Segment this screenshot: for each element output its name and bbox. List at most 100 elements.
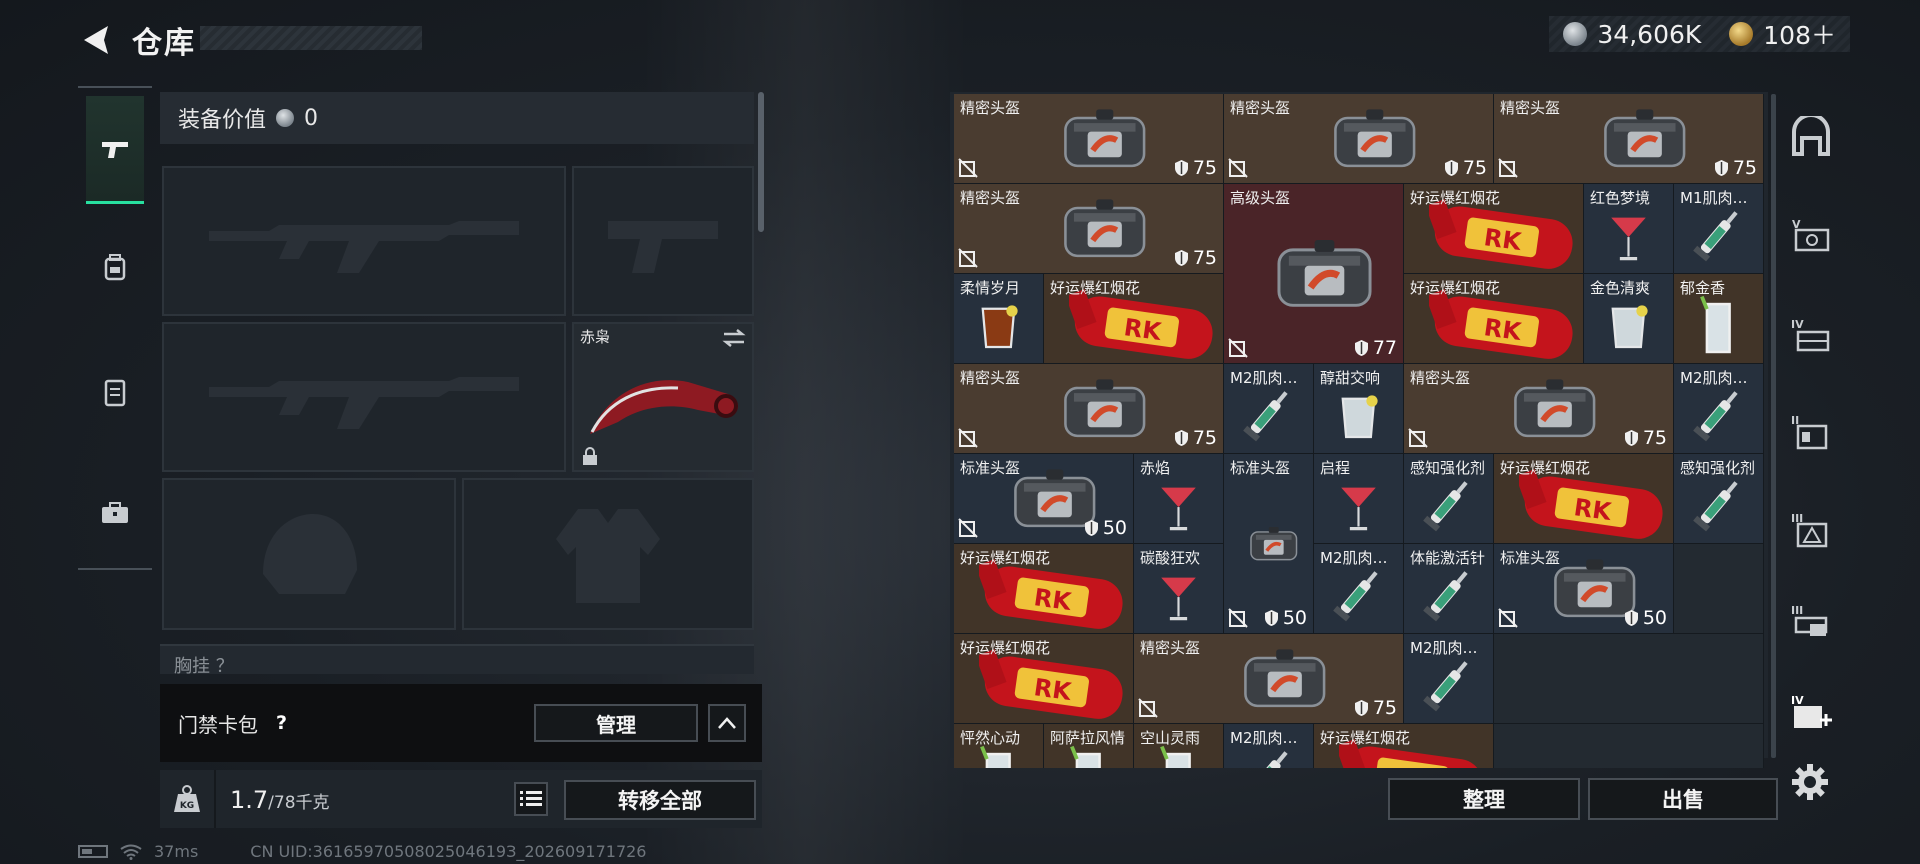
inventory-item[interactable]: RK 好运爆红烟花 [1404,184,1584,274]
equipment-scrollbar[interactable] [758,92,764,232]
tab-backpack[interactable] [86,214,144,322]
sell-button[interactable]: 出售 [1588,778,1778,820]
inventory-item[interactable]: 标准头盔 50 [1224,454,1314,634]
inventory-item[interactable]: 红色梦境 [1584,184,1674,274]
not-tradable-icon [1138,698,1158,718]
inventory-item[interactable]: 精密头盔 75 [1134,634,1404,724]
tab-storage-iii[interactable]: III [1786,506,1836,556]
inventory-item[interactable]: 精密头盔 75 [1404,364,1674,454]
empty-slot[interactable] [1674,544,1764,634]
tab-weapons[interactable] [86,96,144,204]
inventory-item[interactable]: 空山灵雨 [1134,724,1224,768]
inventory-item[interactable]: M2肌肉… [1674,364,1764,454]
inventory-item[interactable]: RK 好运爆红烟花 [1494,454,1674,544]
rifle-silhouette-icon [209,221,519,273]
chest-rig-label: 胸挂 ？ [160,644,754,674]
inventory-item[interactable]: RK 好运爆红烟花 [1404,274,1584,364]
equipment-value: 0 [304,105,319,131]
inventory-item[interactable]: 标准头盔 50 [1494,544,1674,634]
help-icon[interactable]: ? [276,712,287,734]
not-tradable-icon [958,518,978,538]
inventory-item[interactable]: 赤焰 [1134,454,1224,544]
durability-badge: 75 [1174,427,1217,449]
svg-text:IV: IV [1791,694,1804,707]
empty-slot[interactable] [1494,724,1764,768]
player-uid: CN UID:3616597050802504619З_202609171726 [250,842,647,861]
inventory-item[interactable]: 启程 [1314,454,1404,544]
inventory-item[interactable]: 标准头盔 50 [954,454,1134,544]
item-name: 高级头盔 [1230,189,1291,207]
inventory-panel: 精密头盔 75 精密头盔 75 精密头盔 75 精密头盔 75 高级头盔 77 [950,92,1768,768]
tab-case[interactable] [86,460,144,568]
bench-iii-icon: III [1791,604,1828,636]
rack-iii-icon: III [1791,512,1828,548]
expand-toggle[interactable] [708,704,746,742]
helmet-icon [1064,109,1146,168]
tab-storage-iv[interactable]: IV [1786,312,1836,362]
manage-button[interactable]: 管理 [534,704,698,742]
list-view-button[interactable] [514,782,548,816]
inventory-item[interactable]: RK 好运爆红烟花 [954,544,1134,634]
inventory-item[interactable]: 感知强化剂 [1674,454,1764,544]
empty-slot[interactable] [1494,634,1764,724]
inventory-item[interactable]: 醇甜交响 [1314,364,1404,454]
helmet-icon [1334,109,1416,168]
inventory-item[interactable]: 精密头盔 75 [1494,94,1764,184]
inventory-item[interactable]: 精密头盔 75 [954,364,1224,454]
inventory-scrollbar[interactable] [1771,94,1776,758]
inventory-item[interactable]: 郁金香 [1674,274,1764,364]
durability-badge: 75 [1624,427,1667,449]
item-name: 好运爆红烟花 [960,549,1051,567]
helmet-icon [1064,379,1146,438]
tab-storage-ii[interactable]: II [1786,408,1836,458]
settings-button[interactable] [1788,760,1832,804]
inventory-item[interactable]: 精密头盔 75 [954,184,1224,274]
helmet-slot[interactable] [162,478,456,630]
primary-weapon-slot[interactable] [162,166,566,316]
not-tradable-icon [958,248,978,268]
not-tradable-icon [1228,158,1248,178]
tab-chest-rig[interactable] [86,338,144,446]
item-name: 好运爆红烟花 [1320,729,1411,747]
sort-button[interactable]: 整理 [1388,778,1580,820]
cocktail-glass-icon [1161,577,1196,620]
syringe-icon [1243,391,1288,442]
inventory-item[interactable]: 精密头盔 75 [1224,94,1494,184]
durability-value: 75 [1192,247,1217,269]
durability-value: 75 [1192,427,1217,449]
pistol-slot[interactable] [572,166,754,316]
item-name: 柔情岁月 [960,279,1021,297]
inventory-item[interactable]: M2肌肉… [1224,364,1314,454]
inventory-item[interactable]: 阿萨拉风情 [1044,724,1134,768]
inventory-item[interactable]: 碳酸狂欢 [1134,544,1224,634]
inventory-item[interactable]: RK 好运爆红烟花 [954,634,1134,724]
inventory-item[interactable]: 高级头盔 77 [1224,184,1404,364]
inventory-item[interactable]: M2肌肉… [1404,634,1494,724]
back-arrow-icon[interactable] [76,20,116,60]
inventory-item[interactable]: 怦然心动 [954,724,1044,768]
inventory-item[interactable]: 感知强化剂 [1404,454,1494,544]
inventory-item[interactable]: 金色清爽 [1584,274,1674,364]
inventory-item[interactable]: RK 好运爆红烟花 [1314,724,1494,768]
silver-coin-icon [1563,22,1588,46]
inventory-item[interactable]: M2肌肉… [1224,724,1314,768]
armor-slot[interactable] [462,478,754,630]
gold-amount[interactable]: 108＋ [1763,16,1836,52]
tab-storage-iii-b[interactable]: III [1786,598,1836,648]
inventory-item[interactable]: 精密头盔 75 [954,94,1224,184]
tab-storage[interactable] [1786,112,1836,162]
shield-icon [1624,610,1638,626]
secondary-weapon-slot[interactable] [162,322,566,472]
melee-slot[interactable]: 赤枭 [572,322,754,472]
inventory-item[interactable]: M2肌肉… [1314,544,1404,634]
inventory-item[interactable]: 体能激活针 [1404,544,1494,634]
weight-current: 1.7 [230,786,269,814]
tab-storage-v[interactable]: V [1786,212,1836,262]
tab-add-storage[interactable]: IV [1786,688,1836,738]
not-tradable-icon [1498,608,1518,628]
weight-bar: KG 1.7/78千克 转移全部 [160,770,762,828]
transfer-all-button[interactable]: 转移全部 [564,780,756,820]
inventory-item[interactable]: 柔情岁月 [954,274,1044,364]
inventory-item[interactable]: RK 好运爆红烟花 [1044,274,1224,364]
inventory-item[interactable]: M1肌肉… [1674,184,1764,274]
